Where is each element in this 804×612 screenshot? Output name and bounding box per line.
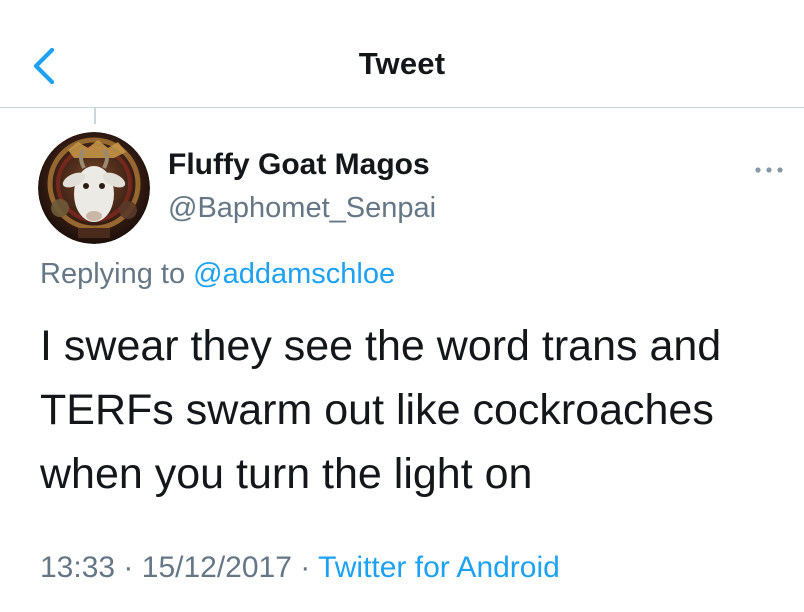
avatar[interactable]	[38, 132, 150, 244]
page-title: Tweet	[358, 46, 446, 81]
goat-avatar-image	[38, 132, 150, 244]
replying-to-prefix: Replying to	[40, 258, 186, 290]
tweet-text: I swear they see the word trans and TERF…	[40, 314, 780, 506]
tweet-metadata: 13:33 · 15/12/2017 · Twitter for Android	[40, 551, 560, 585]
tweet-detail-page: Tweet Fluffy Goat Magos @Baphomet_Senpai…	[0, 0, 804, 612]
more-options-button[interactable]	[752, 158, 786, 182]
author-display-name[interactable]: Fluffy Goat Magos	[168, 148, 430, 182]
tweet-text-line: I swear they see the word trans and	[40, 322, 722, 370]
tweet-date: 15/12/2017	[141, 551, 292, 584]
tweet-text-line: when you turn the light on	[40, 450, 533, 498]
replying-to-mention-link[interactable]: @addamschloe	[193, 258, 395, 290]
tweet-text-line: TERFs swarm out like cockroaches	[40, 386, 714, 434]
author-handle: @Baphomet_Senpai	[168, 192, 437, 224]
top-bar: Tweet	[0, 0, 804, 108]
meta-separator: ·	[123, 551, 134, 584]
meta-separator: ·	[300, 551, 311, 584]
tweet-time: 13:33	[40, 551, 116, 584]
more-horizontal-icon	[755, 167, 783, 173]
thread-connector-line	[94, 108, 96, 124]
tweet-source-link[interactable]: Twitter for Android	[318, 551, 560, 584]
replying-to-line: Replying to @addamschloe	[40, 258, 395, 291]
